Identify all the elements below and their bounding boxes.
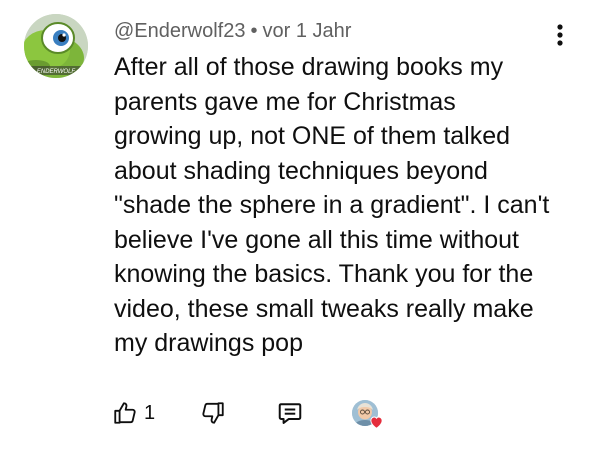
- comment-line: parents gave me for Christmas: [114, 87, 456, 116]
- author-avatar-image: ENDERWOLF: [24, 14, 88, 78]
- comment-thread: ENDERWOLF @Enderwolf23 • vor 1 Jahr After …: [0, 0, 600, 452]
- creator-heart-badge: [352, 400, 384, 432]
- comment-timestamp[interactable]: vor 1 Jahr: [263, 20, 352, 42]
- more-vert-icon: [557, 24, 563, 46]
- comment-line: about shading techniques beyond: [114, 156, 488, 185]
- comment-header: @Enderwolf23 • vor 1 Jahr: [114, 20, 351, 43]
- dislike-button[interactable]: [200, 396, 226, 430]
- comment-line: believe I've gone all this time without: [114, 225, 519, 254]
- thumb-up-icon: [114, 402, 136, 424]
- comment-line: video, these small tweaks really make: [114, 294, 534, 323]
- author-handle[interactable]: @Enderwolf23: [114, 20, 245, 42]
- comment-line: growing up, not ONE of them talked: [114, 122, 511, 150]
- avatar-badge-text: ENDERWOLF: [37, 69, 76, 75]
- creator-heart-icon: [370, 416, 383, 429]
- thumb-down-icon: [202, 402, 224, 424]
- header-separator: •: [250, 20, 258, 42]
- author-avatar[interactable]: ENDERWOLF: [24, 14, 88, 78]
- like-count: 1: [144, 401, 156, 424]
- like-button[interactable]: 1: [112, 396, 155, 430]
- comment-line: my drawings pop: [114, 329, 303, 357]
- reply-comment-icon: [278, 403, 302, 424]
- comment-body: After all of those drawing books my pare…: [114, 50, 564, 361]
- reply-button[interactable]: [276, 396, 304, 430]
- comment-action-bar: 1: [0, 396, 600, 432]
- comment-line: "shade the sphere in a gradient". I can'…: [114, 191, 550, 219]
- comment-line: knowing the basics. Thank you for the: [114, 260, 534, 288]
- more-actions-button[interactable]: [548, 20, 572, 50]
- comment-line: After all of those drawing books my: [114, 53, 504, 81]
